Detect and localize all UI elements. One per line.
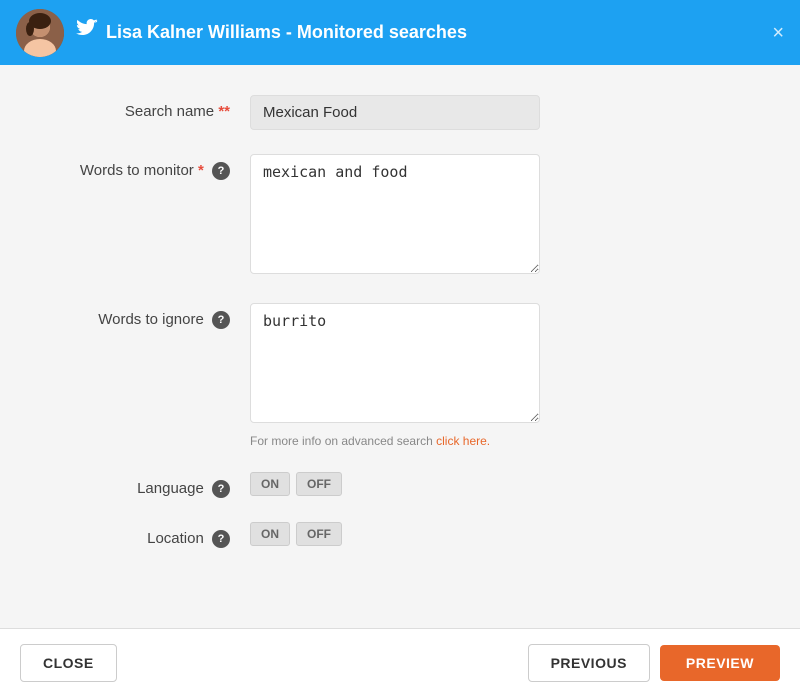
words-to-ignore-row: Words to ignore ? burrito For more info … — [60, 303, 740, 448]
avatar-image — [16, 9, 64, 57]
words-to-monitor-help-icon[interactable]: ? — [212, 162, 230, 180]
twitter-icon — [76, 19, 98, 47]
location-on-button[interactable]: ON — [250, 522, 290, 546]
words-to-ignore-textarea[interactable]: burrito — [250, 303, 540, 423]
preview-button[interactable]: PREVIEW — [660, 645, 780, 681]
language-label: Language ? — [60, 472, 250, 498]
words-to-monitor-wrap: mexican and food — [250, 154, 740, 279]
modal: Lisa Kalner Williams - Monitored searche… — [0, 0, 800, 696]
footer-right: PREVIOUS PREVIEW — [528, 644, 780, 682]
location-off-button[interactable]: OFF — [296, 522, 342, 546]
footer: CLOSE PREVIOUS PREVIEW — [0, 628, 800, 696]
language-on-button[interactable]: ON — [250, 472, 290, 496]
location-toggle-group: ON OFF — [250, 522, 740, 546]
language-off-button[interactable]: OFF — [296, 472, 342, 496]
advanced-search-note: For more info on advanced search click h… — [250, 434, 540, 448]
header-close-button[interactable]: × — [772, 23, 784, 43]
avatar — [16, 9, 64, 57]
search-name-row: Search name ** — [60, 95, 740, 130]
words-to-ignore-wrap: burrito For more info on advanced search… — [250, 303, 740, 448]
language-help-icon[interactable]: ? — [212, 480, 230, 498]
search-name-input[interactable] — [250, 95, 540, 130]
search-name-wrap — [250, 95, 740, 130]
search-name-label: Search name ** — [60, 95, 250, 120]
words-to-ignore-help-icon[interactable]: ? — [212, 311, 230, 329]
words-to-monitor-row: Words to monitor * ? mexican and food — [60, 154, 740, 279]
language-row: Language ? ON OFF — [60, 472, 740, 498]
words-to-monitor-label: Words to monitor * ? — [60, 154, 250, 180]
previous-button[interactable]: PREVIOUS — [528, 644, 650, 682]
words-to-ignore-label: Words to ignore ? — [60, 303, 250, 329]
language-toggle-group: ON OFF — [250, 472, 740, 496]
words-to-monitor-required: * — [198, 162, 204, 179]
header-title: Lisa Kalner Williams - Monitored searche… — [106, 22, 467, 43]
advanced-search-link[interactable]: click here. — [436, 434, 490, 448]
words-to-monitor-textarea[interactable]: mexican and food — [250, 154, 540, 274]
search-name-required: ** — [218, 103, 230, 120]
language-toggle-wrap: ON OFF — [250, 472, 740, 496]
location-label: Location ? — [60, 522, 250, 548]
close-button[interactable]: CLOSE — [20, 644, 117, 682]
location-row: Location ? ON OFF — [60, 522, 740, 548]
location-help-icon[interactable]: ? — [212, 530, 230, 548]
location-toggle-wrap: ON OFF — [250, 522, 740, 546]
header: Lisa Kalner Williams - Monitored searche… — [0, 0, 800, 65]
form-content: Search name ** Words to monitor * ? mexi… — [0, 65, 800, 628]
